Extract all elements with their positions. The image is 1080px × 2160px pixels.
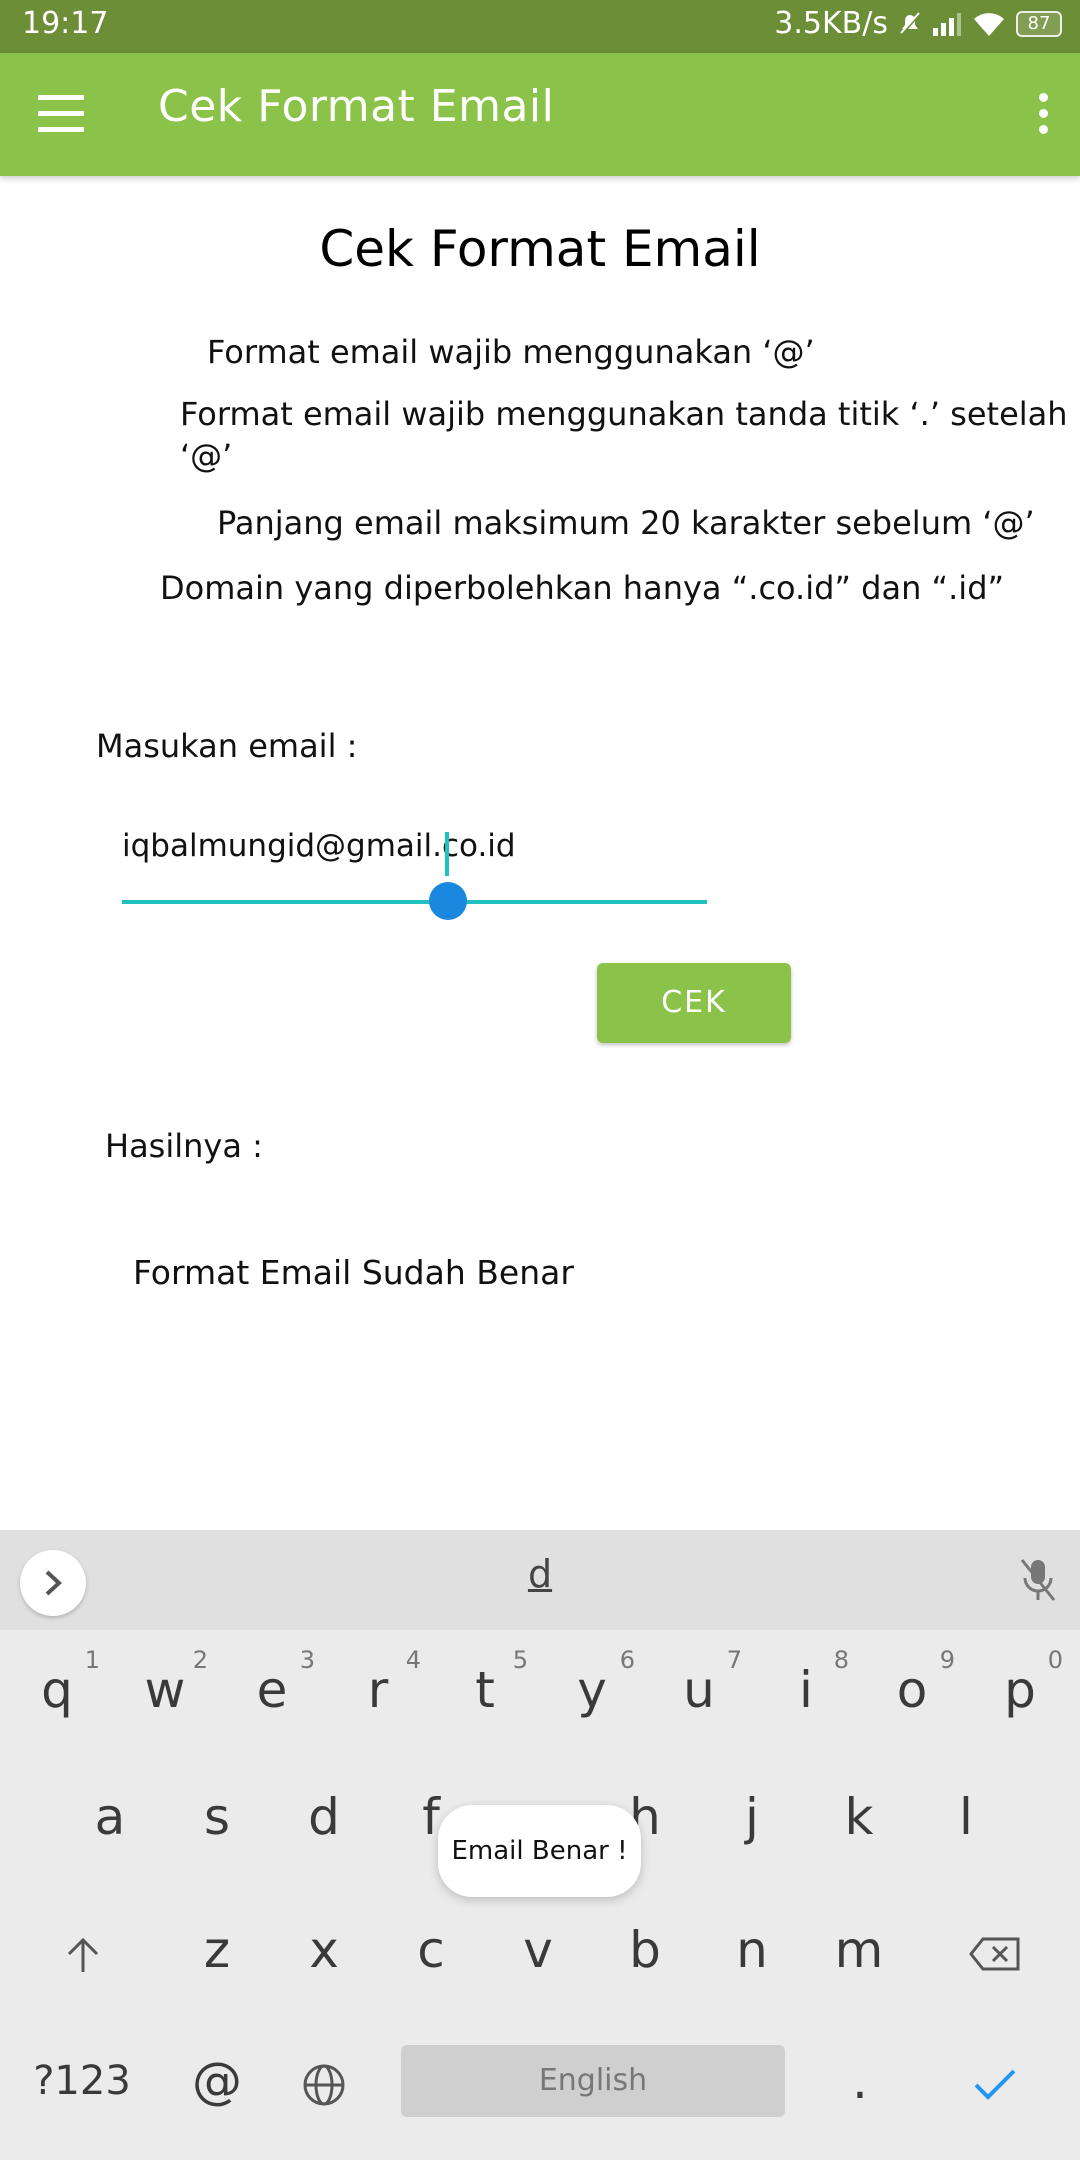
- more-vert-icon[interactable]: [1036, 93, 1050, 137]
- rule-text: Domain yang diperbolehkan hanya “.co.id”…: [160, 569, 1005, 607]
- checkmark-icon: [974, 2069, 1016, 2100]
- backspace-icon: [969, 1937, 1020, 1970]
- rule-text: Format email wajib menggunakan ‘@’: [207, 333, 815, 371]
- key-k[interactable]: k: [814, 1762, 904, 1872]
- status-bar: 19:17 3.5KB/s 87: [0, 0, 1080, 53]
- backspace-key[interactable]: [950, 1895, 1040, 2005]
- email-input-label: Masukan email :: [96, 727, 358, 765]
- key-c[interactable]: c: [386, 1895, 476, 2005]
- email-input-value[interactable]: iqbalmungid@gmail.co.id: [122, 828, 516, 864]
- key-e[interactable]: e3: [227, 1635, 317, 1745]
- key-i[interactable]: i8: [761, 1635, 851, 1745]
- app-bar: Cek Format Email: [0, 53, 1080, 176]
- space-key[interactable]: English: [401, 2045, 785, 2117]
- key-w[interactable]: w2: [120, 1635, 210, 1745]
- key-b[interactable]: b: [600, 1895, 690, 2005]
- key-q[interactable]: q1: [12, 1635, 102, 1745]
- signal-icon: [933, 12, 961, 36]
- result-text: Format Email Sudah Benar: [133, 1253, 574, 1292]
- key-l[interactable]: l: [921, 1762, 1011, 1872]
- cursor-handle[interactable]: [429, 882, 467, 920]
- status-time: 19:17: [22, 6, 109, 41]
- symbols-key[interactable]: ?123: [22, 2026, 142, 2136]
- key-z[interactable]: z: [172, 1895, 262, 2005]
- language-key[interactable]: [279, 2026, 369, 2136]
- text-cursor: [445, 832, 449, 876]
- key-n[interactable]: n: [707, 1895, 797, 2005]
- suggestion-bar: d: [0, 1530, 1080, 1630]
- key-x[interactable]: x: [279, 1895, 369, 2005]
- email-input[interactable]: iqbalmungid@gmail.co.id: [122, 828, 707, 920]
- result-label: Hasilnya :: [105, 1127, 263, 1165]
- rule-text: ‘@’: [180, 437, 233, 475]
- key-y[interactable]: y6: [547, 1635, 637, 1745]
- status-icons: 3.5KB/s 87: [774, 6, 1062, 41]
- key-d[interactable]: d: [279, 1762, 369, 1872]
- cek-button[interactable]: CEK: [597, 963, 791, 1043]
- rule-text: Panjang email maksimum 20 karakter sebel…: [217, 504, 1035, 542]
- key-p[interactable]: p0: [975, 1635, 1065, 1745]
- key-v[interactable]: v: [493, 1895, 583, 2005]
- shift-icon: [67, 1937, 99, 1972]
- mic-off-icon[interactable]: [1018, 1556, 1058, 1604]
- key-s[interactable]: s: [172, 1762, 262, 1872]
- key-t[interactable]: t5: [440, 1635, 530, 1745]
- key-o[interactable]: o9: [867, 1635, 957, 1745]
- globe-icon: [303, 2064, 345, 2105]
- key-r[interactable]: r4: [333, 1635, 423, 1745]
- rule-text: Format email wajib menggunakan tanda tit…: [180, 395, 1068, 433]
- shift-key[interactable]: [38, 1895, 128, 2005]
- key-a[interactable]: a: [65, 1762, 155, 1872]
- period-key[interactable]: .: [815, 2026, 905, 2136]
- key-j[interactable]: j: [707, 1762, 797, 1872]
- network-speed: 3.5KB/s: [774, 6, 888, 41]
- input-underline: [122, 900, 707, 904]
- toast-message: Email Benar !: [438, 1805, 641, 1897]
- page-heading: Cek Format Email: [319, 220, 761, 278]
- app-title: Cek Format Email: [158, 81, 555, 132]
- key-u[interactable]: u7: [654, 1635, 744, 1745]
- mute-icon: [899, 11, 921, 36]
- key-m[interactable]: m: [814, 1895, 904, 2005]
- at-key[interactable]: @: [172, 2026, 262, 2136]
- hamburger-menu-icon[interactable]: [38, 95, 84, 133]
- enter-key[interactable]: [950, 2026, 1040, 2136]
- battery-icon: 87: [1016, 10, 1062, 37]
- suggestion-word[interactable]: d: [0, 1552, 1080, 1596]
- wifi-icon: [974, 12, 1004, 36]
